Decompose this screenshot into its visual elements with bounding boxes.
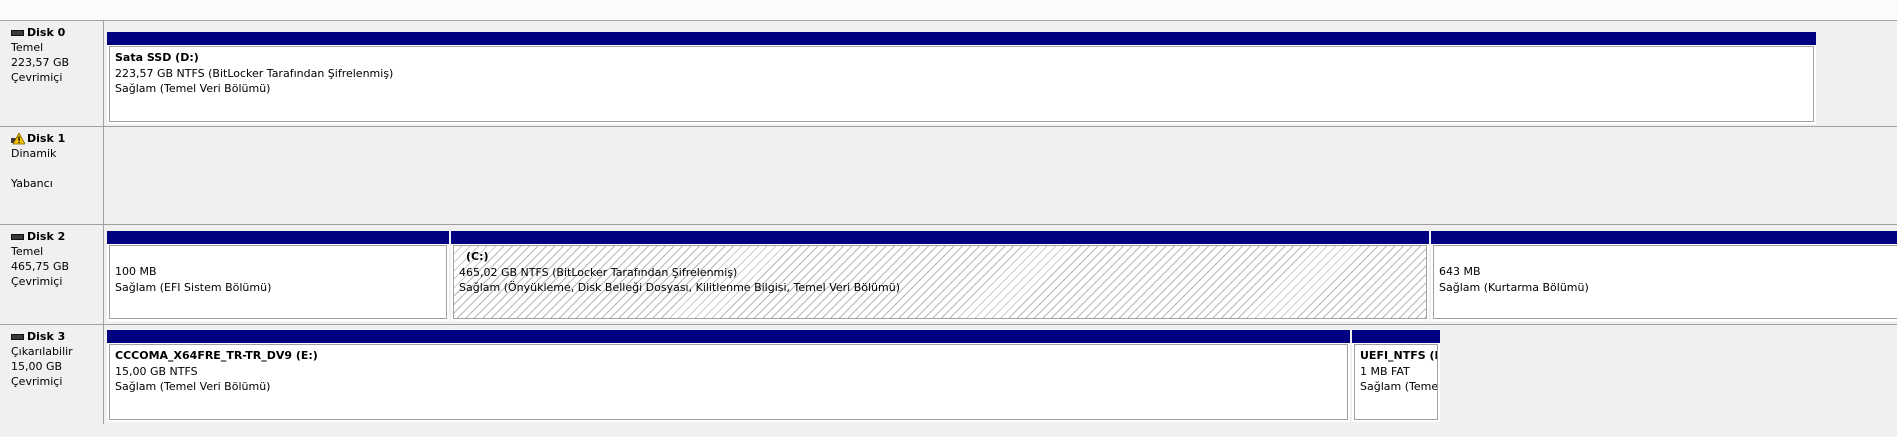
partition-health: Sağlam (EFI Sistem Bölümü) [115,280,272,294]
disk-name-text: Disk 3 [27,330,66,343]
top-strip [0,0,1897,21]
disk-name-text: Disk 0 [27,26,66,39]
partition-efi[interactable]: 100 MB Sağlam (EFI Sistem Bölümü) [107,231,449,321]
partition-header-bar [107,231,449,244]
disk-drive-icon [11,29,24,36]
partition-f[interactable]: UEFI_NTFS (F 1 MB FAT Sağlam (Teme [1352,330,1440,422]
disk-type: Çıkarılabilir [11,345,73,358]
disk-row-0: Disk 0 Temel 223,57 GB Çevrimiçi Sata SS… [0,21,1897,126]
disk-type: Dinamik [11,147,57,160]
partition-health: Sağlam (Teme [1360,380,1438,393]
partition-body: (C:) 465,02 GB NTFS (BitLocker Tarafında… [453,245,1427,319]
disk-name-text: Disk 2 [27,230,66,243]
disk-name: Disk 1 [11,131,103,146]
disk-drive-icon [11,233,24,240]
partition-header-bar [107,330,1350,343]
disk-status: Çevrimiçi [11,275,63,288]
disk-name: Disk 3 [11,329,103,344]
partition-name: Sata SSD (D:) [115,51,199,64]
partition-d[interactable]: Sata SSD (D:) 223,57 GB NTFS (BitLocker … [107,32,1816,124]
disk-row-2: Disk 2 Temel 465,75 GB Çevrimiçi 100 MB … [0,225,1897,324]
partition-body: Sata SSD (D:) 223,57 GB NTFS (BitLocker … [109,46,1814,122]
partition-header-bar [107,32,1816,45]
partition-health: Sağlam (Temel Veri Bölümü) [115,380,271,393]
partition-health: Sağlam (Önyükleme, Disk Belleği Dosyası,… [459,281,900,294]
partition-health: Sağlam (Kurtarma Bölümü) [1439,280,1589,294]
disk-type: Temel [11,41,44,54]
disk-name-text: Disk 1 [27,132,66,145]
disk-status: Yabancı [11,177,53,190]
partition-details: 465,02 GB NTFS (BitLocker Tarafından Şif… [459,265,738,279]
partition-details: 223,57 GB NTFS (BitLocker Tarafından Şif… [115,66,394,80]
partition-header-bar [1352,330,1440,343]
disk-label-panel[interactable]: Disk 0 Temel 223,57 GB Çevrimiçi [0,21,104,126]
partition-c[interactable]: (C:) 465,02 GB NTFS (BitLocker Tarafında… [451,231,1429,321]
disk-size: 223,57 GB [11,56,70,69]
partition-body: UEFI_NTFS (F 1 MB FAT Sağlam (Teme [1354,344,1438,420]
disk-size: 15,00 GB [11,360,63,373]
partition-header-bar [451,231,1429,244]
partition-name: CCCOMA_X64FRE_TR-TR_DV9 (E:) [115,349,318,362]
disk-name: Disk 0 [11,25,103,40]
disk-status: Çevrimiçi [11,375,63,388]
partition-health: Sağlam (Temel Veri Bölümü) [115,82,271,95]
partition-body: 100 MB Sağlam (EFI Sistem Bölümü) [109,245,447,319]
partition-body: CCCOMA_X64FRE_TR-TR_DV9 (E:) 15,00 GB NT… [109,344,1348,420]
disk-status: Çevrimiçi [11,71,63,84]
disk-size: 465,75 GB [11,260,70,273]
disk-label-panel[interactable]: Disk 2 Temel 465,75 GB Çevrimiçi [0,225,104,324]
partition-details: 1 MB FAT [1360,364,1410,378]
disk-row-3: Disk 3 Çıkarılabilir 15,00 GB Çevrimiçi … [0,325,1897,424]
disk-row-1: Disk 1 Dinamik Yabancı [0,127,1897,224]
partition-details: 15,00 GB NTFS [115,364,198,378]
warning-icon [11,132,25,144]
disk-label-panel[interactable]: Disk 3 Çıkarılabilir 15,00 GB Çevrimiçi [0,325,104,424]
partition-name: (C:) [466,250,489,263]
partition-name: UEFI_NTFS (F [1360,349,1438,362]
partition-header-bar [1431,231,1897,244]
disk-drive-icon [11,333,24,340]
disk-name: Disk 2 [11,229,103,244]
disk-label-panel[interactable]: Disk 1 Dinamik Yabancı [0,127,104,224]
disk-type: Temel [11,245,44,258]
partition-e[interactable]: CCCOMA_X64FRE_TR-TR_DV9 (E:) 15,00 GB NT… [107,330,1350,422]
partition-details: 100 MB [115,265,157,278]
partition-body: 643 MB Sağlam (Kurtarma Bölümü) [1433,245,1897,319]
partition-recovery[interactable]: 643 MB Sağlam (Kurtarma Bölümü) [1431,231,1897,321]
partition-details: 643 MB [1439,265,1481,278]
